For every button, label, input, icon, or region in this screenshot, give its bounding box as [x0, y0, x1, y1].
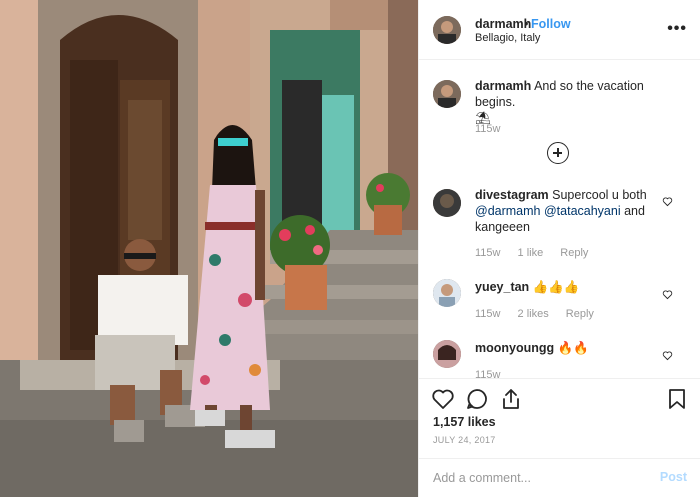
post-date[interactable]: JULY 24, 2017: [433, 435, 496, 445]
comment-meta: 115w 1 like Reply: [475, 247, 602, 259]
post-actions: 1,157 likes JULY 24, 2017: [419, 378, 700, 458]
comment-username[interactable]: moonyoungg: [475, 341, 554, 355]
comment-username[interactable]: yuey_tan: [475, 280, 529, 294]
heart-icon[interactable]: [662, 350, 673, 361]
more-horizontal-icon[interactable]: •••: [667, 20, 687, 38]
caption-text: darmamh And so the vacation begins. ⛱: [475, 78, 665, 126]
commenter-avatar[interactable]: [433, 189, 461, 217]
reply-button[interactable]: Reply: [566, 308, 594, 320]
commenter-avatar[interactable]: [433, 279, 461, 307]
like-heart-icon[interactable]: [431, 387, 455, 411]
mention-link[interactable]: @tatacahyani: [544, 204, 621, 218]
caption-meta: 115w: [475, 123, 514, 135]
post-photo-image: [0, 0, 418, 497]
comment-age[interactable]: 115w: [475, 247, 500, 259]
comment-meta: 115w 2 likes Reply: [475, 308, 608, 320]
bookmark-icon[interactable]: [665, 387, 689, 411]
comment-username[interactable]: divestagram: [475, 188, 549, 202]
comment-text: divestagram Supercool u both @darmamh @t…: [475, 187, 665, 235]
comment-meta: 115w: [475, 369, 514, 378]
share-upload-icon[interactable]: [499, 387, 523, 411]
caption-item: darmamh And so the vacation begins. ⛱ 11…: [419, 78, 700, 150]
comment-likes[interactable]: 2 likes: [518, 308, 549, 320]
caption-age[interactable]: 115w: [475, 123, 500, 135]
comment-likes[interactable]: 1 like: [518, 247, 544, 259]
comment-body: Supercool u both: [552, 188, 647, 202]
header-separator: •: [524, 17, 529, 31]
comment-item: yuey_tan 👍👍👍 115w 2 likes Reply: [419, 279, 700, 329]
commenter-avatar[interactable]: [433, 340, 461, 368]
likes-count[interactable]: 1,157 likes: [433, 415, 496, 429]
heart-icon[interactable]: [662, 289, 673, 300]
post-details-panel: darmamh • Follow Bellagio, Italy ••• dar…: [418, 0, 700, 497]
caption-username[interactable]: darmamh: [475, 79, 531, 93]
caption-avatar[interactable]: [433, 80, 461, 108]
comment-bubble-icon[interactable]: [465, 387, 489, 411]
comment-item: moonyoungg 🔥🔥 115w: [419, 340, 700, 378]
reply-button[interactable]: Reply: [560, 247, 588, 259]
post-location[interactable]: Bellagio, Italy: [475, 32, 540, 44]
post-photo[interactable]: [0, 0, 418, 497]
instagram-post: darmamh • Follow Bellagio, Italy ••• dar…: [0, 0, 700, 497]
heart-icon[interactable]: [662, 196, 673, 207]
post-comment-button[interactable]: Post: [660, 470, 687, 484]
thumbs-up-emojis: 👍👍👍: [532, 280, 580, 294]
author-avatar[interactable]: [433, 16, 461, 44]
fire-emojis: 🔥🔥: [557, 341, 589, 355]
mention-link[interactable]: @darmamh: [475, 204, 541, 218]
comment-text: moonyoungg 🔥🔥: [475, 340, 665, 356]
author-username[interactable]: darmamh: [475, 17, 531, 31]
comments-list[interactable]: darmamh And so the vacation begins. ⛱ 11…: [419, 60, 700, 378]
add-comment-bar: Post: [419, 458, 700, 497]
plus-circle-icon[interactable]: [547, 142, 569, 164]
post-header: darmamh • Follow Bellagio, Italy •••: [419, 0, 700, 60]
comment-age[interactable]: 115w: [475, 369, 500, 378]
comment-text: yuey_tan 👍👍👍: [475, 279, 665, 295]
comment-age[interactable]: 115w: [475, 308, 500, 320]
add-comment-input[interactable]: [433, 469, 643, 487]
follow-button[interactable]: Follow: [531, 17, 571, 31]
comment-item: divestagram Supercool u both @darmamh @t…: [419, 187, 700, 267]
